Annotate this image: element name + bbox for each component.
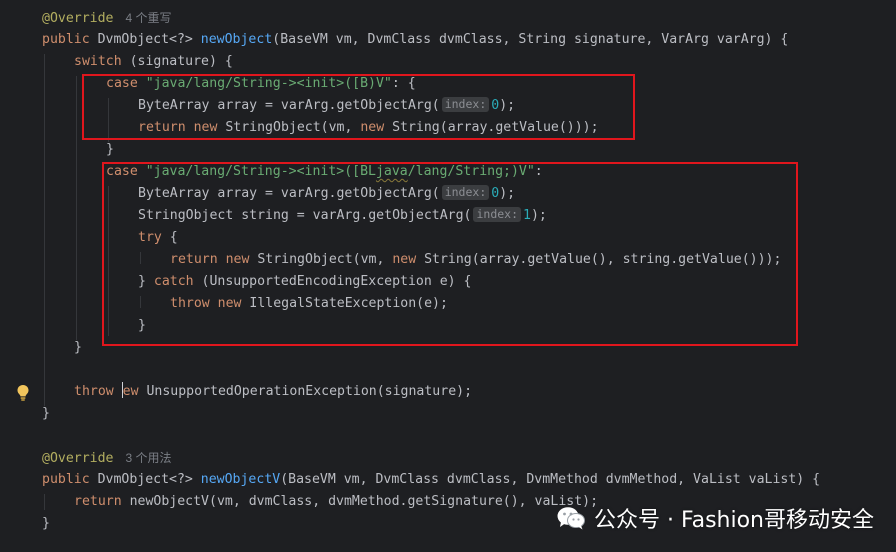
keyword: return bbox=[74, 494, 122, 509]
code-line: } bbox=[106, 139, 114, 161]
keyword: throw bbox=[74, 384, 114, 399]
method-name[interactable]: newObject bbox=[201, 32, 272, 47]
code-editor[interactable]: @Override 4 个重写 public DvmObject<?> newOb… bbox=[0, 0, 896, 552]
code-line: throw ew UnsupportedOperationException(s… bbox=[74, 381, 472, 403]
code-line: public DvmObject<?> newObject(BaseVM vm,… bbox=[42, 32, 789, 47]
code-line: switch (signature) { bbox=[74, 51, 233, 73]
watermark: 公众号 · Fashion哥移动安全 bbox=[556, 502, 874, 534]
code-line: } bbox=[42, 513, 50, 535]
usages-hint[interactable]: 3 个用法 bbox=[125, 451, 171, 465]
code-line: return newObjectV(vm, dvmClass, dvmMetho… bbox=[74, 491, 598, 513]
usages-hint[interactable]: 4 个重写 bbox=[125, 11, 171, 25]
keyword: switch bbox=[74, 54, 122, 69]
method-name[interactable]: newObjectV bbox=[201, 472, 280, 487]
indent-guide bbox=[44, 54, 45, 406]
code-line: } bbox=[74, 337, 82, 359]
code-text: } bbox=[106, 142, 114, 157]
highlight-box-case2 bbox=[102, 162, 798, 346]
code-text: (BaseVM vm, DvmClass dvmClass, String si… bbox=[272, 32, 789, 47]
watermark-text: 公众号 · Fashion哥移动安全 bbox=[593, 508, 874, 533]
lightbulb-icon[interactable] bbox=[15, 384, 31, 402]
code-line: public DvmObject<?> newObjectV(BaseVM vm… bbox=[42, 472, 821, 487]
code-text: UnsupportedOperationException(signature)… bbox=[138, 384, 473, 399]
annotation-override: @Override bbox=[42, 11, 114, 26]
code-text: } bbox=[74, 340, 82, 355]
code-text: DvmObject<?> bbox=[89, 32, 201, 47]
code-text: (signature) { bbox=[121, 54, 233, 69]
wechat-logo-icon bbox=[557, 507, 585, 530]
code-line: @Override 3 个用法 bbox=[42, 447, 171, 469]
code-text: } bbox=[42, 516, 50, 531]
annotation-override: @Override bbox=[42, 451, 114, 466]
indent-guide bbox=[76, 76, 77, 340]
code-text: DvmObject<?> bbox=[89, 472, 201, 487]
code-line: } bbox=[42, 403, 50, 425]
code-line: @Override 4 个重写 bbox=[42, 7, 171, 29]
code-text: } bbox=[42, 406, 50, 421]
highlight-box-case1 bbox=[82, 74, 635, 140]
keyword: ew bbox=[122, 384, 139, 399]
code-text: newObjectV bbox=[129, 494, 209, 509]
code-text: (BaseVM vm, DvmClass dvmClass, DvmMethod… bbox=[280, 472, 821, 487]
code-text: (vm, dvmClass, dvmMethod.getSignature(),… bbox=[209, 494, 599, 509]
indent-guide bbox=[44, 494, 45, 510]
